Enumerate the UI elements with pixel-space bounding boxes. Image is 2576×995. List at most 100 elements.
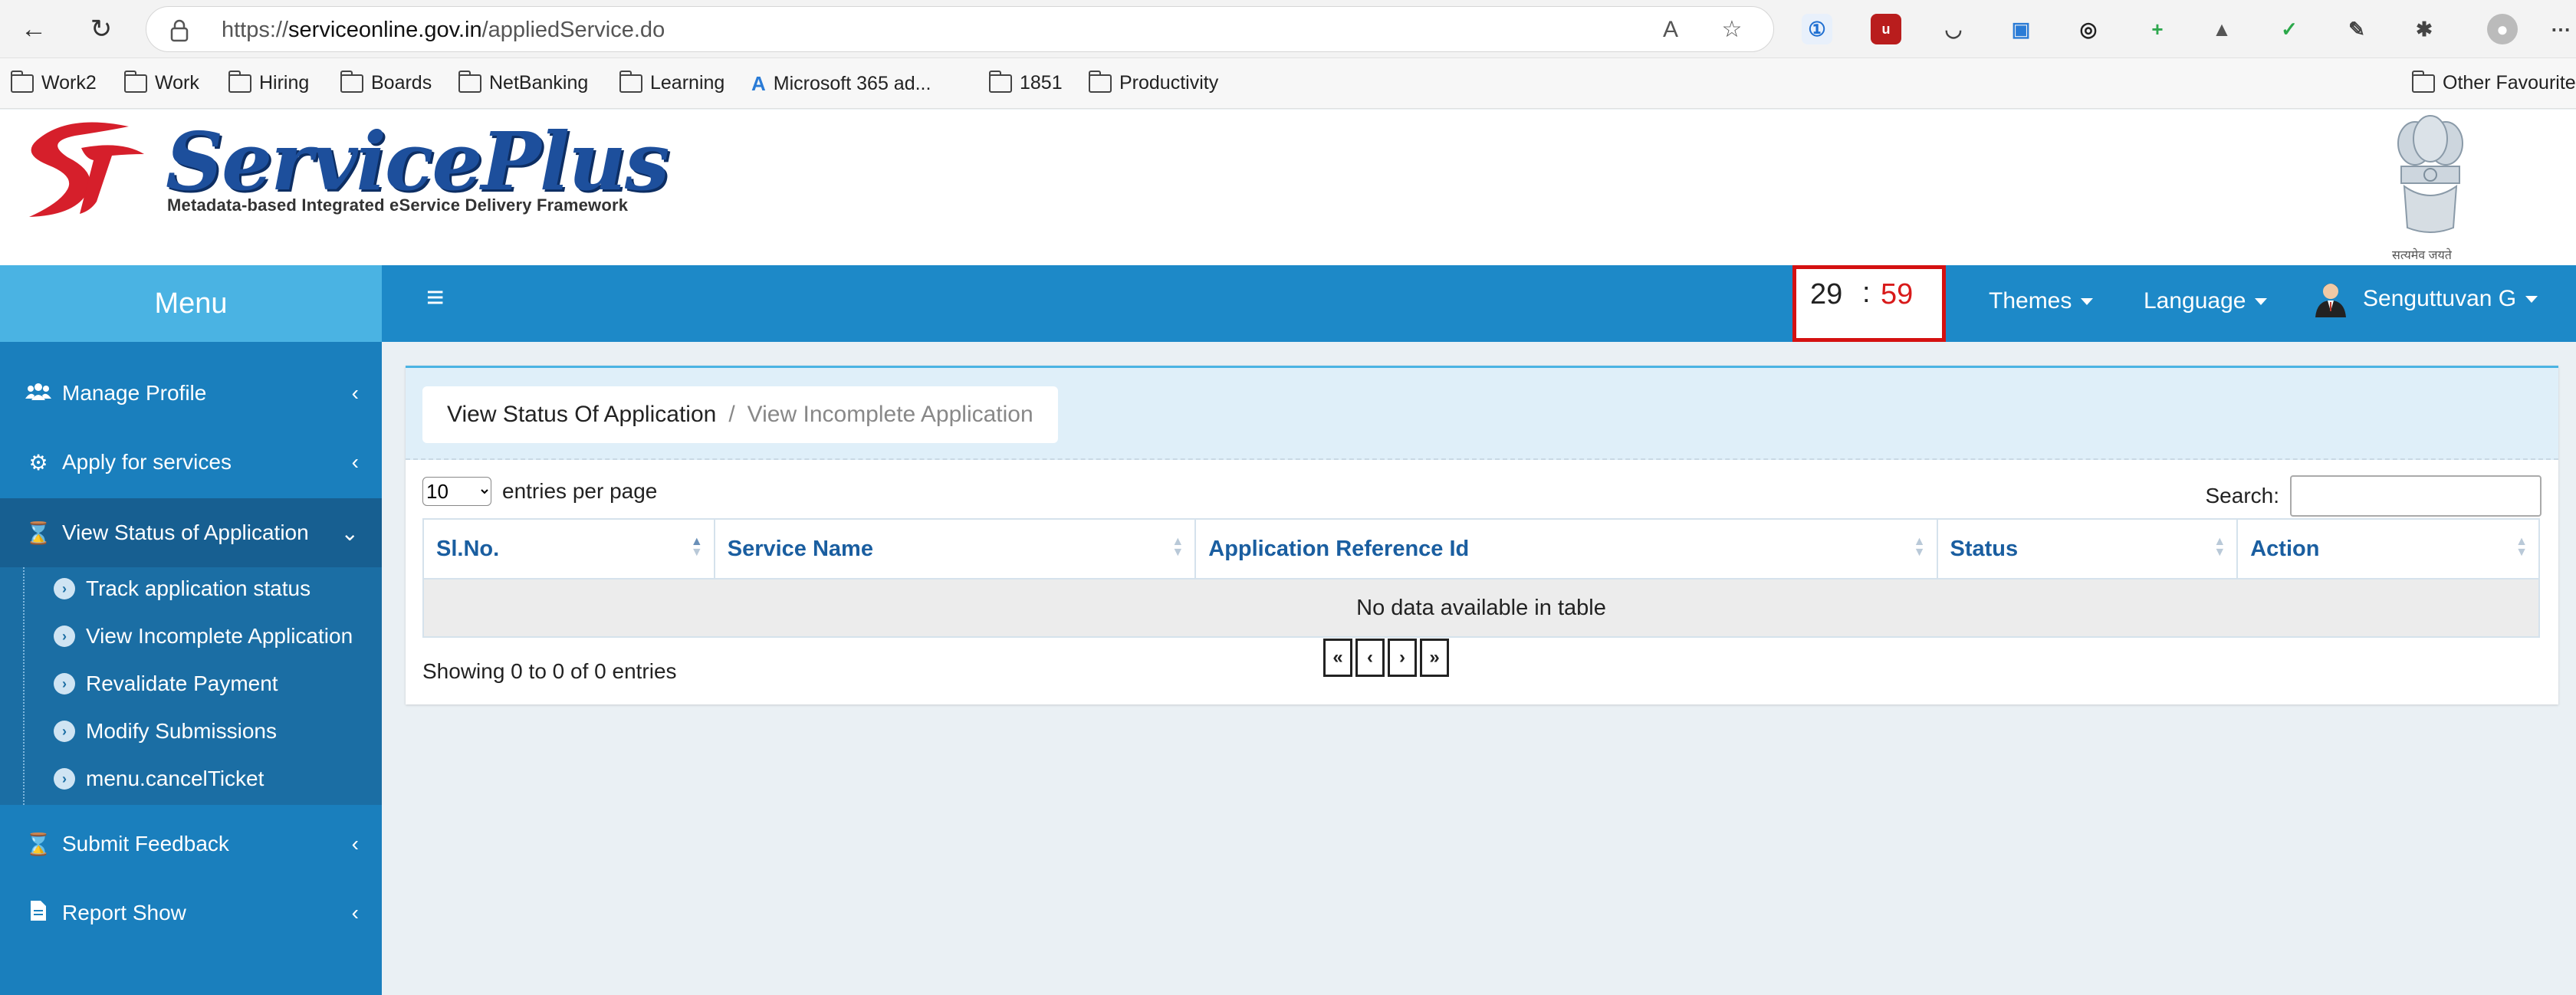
folder-icon — [619, 74, 642, 93]
chevron-left-icon: ‹ — [352, 450, 359, 475]
empty-table-message: No data available in table — [423, 579, 2539, 637]
chevron-left-icon: ‹ — [352, 832, 359, 856]
sort-icon: ▲▼ — [2515, 537, 2528, 558]
menu-header: Menu — [0, 265, 382, 342]
hamburger-menu-icon[interactable]: ≡ — [426, 281, 444, 315]
user-dropdown[interactable]: Senguttuvan G — [2314, 281, 2538, 317]
chevron-left-icon: ‹ — [352, 901, 359, 925]
favorite-star-icon[interactable]: ☆ — [1718, 16, 1746, 44]
reload-icon[interactable]: ↻ — [83, 11, 120, 48]
breadcrumb: View Status Of Application / View Incomp… — [422, 386, 1058, 443]
pen-icon[interactable]: ✎ — [2341, 14, 2372, 44]
extension-circle-icon[interactable]: ◎ — [2073, 14, 2104, 44]
submenu-item-view-incomplete[interactable]: ›View Incomplete Application — [54, 624, 353, 649]
language-dropdown[interactable]: Language — [2144, 288, 2267, 314]
folder-icon — [340, 74, 363, 93]
folder-icon — [458, 74, 481, 93]
bookmark-folder[interactable]: 1851 — [989, 72, 1063, 94]
lock-icon — [169, 19, 189, 42]
profile-avatar-icon[interactable]: ● — [2487, 14, 2518, 44]
file-icon — [25, 901, 52, 926]
folder-icon — [989, 74, 1012, 93]
brand-title: ServicePlus — [166, 114, 668, 209]
hourglass-icon: ⌛ — [25, 520, 52, 546]
caret-down-icon — [2525, 296, 2538, 303]
bookmarks-bar: Work2 Work Hiring Boards NetBanking Lear… — [0, 58, 2576, 109]
read-aloud-icon[interactable]: A — [1657, 16, 1684, 44]
arrow-circle-icon: › — [54, 768, 75, 790]
bookmark-folder[interactable]: Learning — [619, 72, 724, 94]
submenu-item-revalidate-payment[interactable]: ›Revalidate Payment — [54, 672, 278, 696]
brand-tagline: Metadata-based Integrated eService Deliv… — [167, 195, 628, 215]
folder-icon — [2412, 74, 2435, 93]
first-page-button[interactable]: « — [1323, 639, 1352, 677]
search-input[interactable] — [2290, 475, 2542, 517]
sidebar-item-view-status[interactable]: ⌛ View Status of Application ⌄ — [0, 498, 382, 567]
column-header-status[interactable]: Status▲▼ — [1937, 519, 2238, 579]
password-manager-icon[interactable]: ① — [1802, 14, 1832, 44]
other-favourites[interactable]: Other Favourites — [2412, 72, 2576, 94]
submenu-view-status: ›Track application status ›View Incomple… — [0, 567, 382, 805]
submenu-item-cancel-ticket[interactable]: ›menu.cancelTicket — [54, 767, 264, 791]
shield-check-icon[interactable]: ✓ — [2274, 14, 2305, 44]
submenu-item-modify-submissions[interactable]: ›Modify Submissions — [54, 719, 277, 744]
browser-toolbar: ← ↻ https://serviceonline.gov.in/applied… — [0, 0, 2576, 58]
url-text: https://serviceonline.gov.in/appliedServ… — [222, 18, 665, 43]
extensions-puzzle-icon[interactable]: ✱ — [2409, 14, 2440, 44]
sidebar-item-submit-feedback[interactable]: ⌛ Submit Feedback ‹ — [0, 809, 382, 878]
add-extension-icon[interactable]: + — [2142, 14, 2173, 44]
sidebar-item-manage-profile[interactable]: Manage Profile ‹ — [0, 359, 382, 428]
submenu-item-track-status[interactable]: ›Track application status — [54, 576, 310, 601]
submenu-guide-line — [23, 567, 25, 805]
ublock-icon[interactable]: u — [1871, 14, 1901, 44]
search-control: Search: — [2206, 475, 2542, 517]
applications-table: Sl.No.▲▼ Service Name▲▼ Application Refe… — [422, 518, 2540, 638]
themes-dropdown[interactable]: Themes — [1989, 288, 2093, 314]
sidebar-item-apply-services[interactable]: ⚙ Apply for services ‹ — [0, 428, 382, 497]
top-navbar: ≡ 29 : 59 Themes Language Senguttuvan G — [382, 265, 2576, 342]
column-header-slno[interactable]: Sl.No.▲▼ — [423, 519, 715, 579]
bookmark-folder[interactable]: Hiring — [228, 72, 309, 94]
collections-icon[interactable]: ▣ — [2006, 14, 2036, 44]
chevron-left-icon: ‹ — [352, 381, 359, 406]
bookmark-folder[interactable]: Work2 — [11, 72, 97, 94]
bookmark-folder[interactable]: NetBanking — [458, 72, 588, 94]
timer-minutes: 29 — [1810, 278, 1842, 311]
table-row: No data available in table — [423, 579, 2539, 637]
bookmark-folder[interactable]: Boards — [340, 72, 432, 94]
pocket-icon[interactable]: ◡ — [1938, 14, 1969, 44]
image-extension-icon[interactable]: ▲ — [2206, 14, 2237, 44]
timer-seconds: 59 — [1881, 278, 1913, 311]
sort-icon: ▲▼ — [2213, 537, 2226, 558]
back-icon[interactable]: ← — [15, 11, 52, 48]
folder-icon — [124, 74, 147, 93]
breadcrumb-current: View Incomplete Application — [748, 402, 1033, 428]
column-header-reference-id[interactable]: Application Reference Id▲▼ — [1195, 519, 1937, 579]
timer-separator: : — [1862, 277, 1871, 310]
breadcrumb-parent[interactable]: View Status Of Application — [447, 402, 716, 428]
pagination: « ‹ › » — [1323, 639, 1449, 677]
column-header-action[interactable]: Action▲▼ — [2237, 519, 2539, 579]
breadcrumb-separator: / — [728, 402, 734, 428]
azure-icon: A — [751, 72, 766, 96]
previous-page-button[interactable]: ‹ — [1355, 639, 1385, 677]
address-bar[interactable]: https://serviceonline.gov.in/appliedServ… — [146, 6, 1774, 52]
emblem-motto: सत्यमेव जयते — [2392, 246, 2452, 263]
more-menu-icon[interactable]: ⋯ — [2545, 14, 2576, 44]
folder-icon — [1089, 74, 1112, 93]
entries-per-page-select[interactable]: 10 — [422, 477, 491, 506]
folder-icon — [228, 74, 251, 93]
sort-icon: ▲▼ — [1914, 537, 1926, 558]
table-info: Showing 0 to 0 of 0 entries — [422, 659, 677, 684]
last-page-button[interactable]: » — [1420, 639, 1449, 677]
sidebar-item-report-show[interactable]: Report Show ‹ — [0, 878, 382, 947]
bookmark-link[interactable]: AMicrosoft 365 ad... — [751, 72, 931, 96]
content-panel: View Status Of Application / View Incomp… — [406, 366, 2558, 704]
bookmark-folder[interactable]: Work — [124, 72, 199, 94]
bookmark-folder[interactable]: Productivity — [1089, 72, 1218, 94]
national-emblem-icon — [2384, 113, 2476, 248]
caret-down-icon — [2081, 298, 2093, 305]
next-page-button[interactable]: › — [1388, 639, 1417, 677]
column-header-service-name[interactable]: Service Name▲▼ — [715, 519, 1196, 579]
user-avatar-icon — [2314, 281, 2348, 317]
